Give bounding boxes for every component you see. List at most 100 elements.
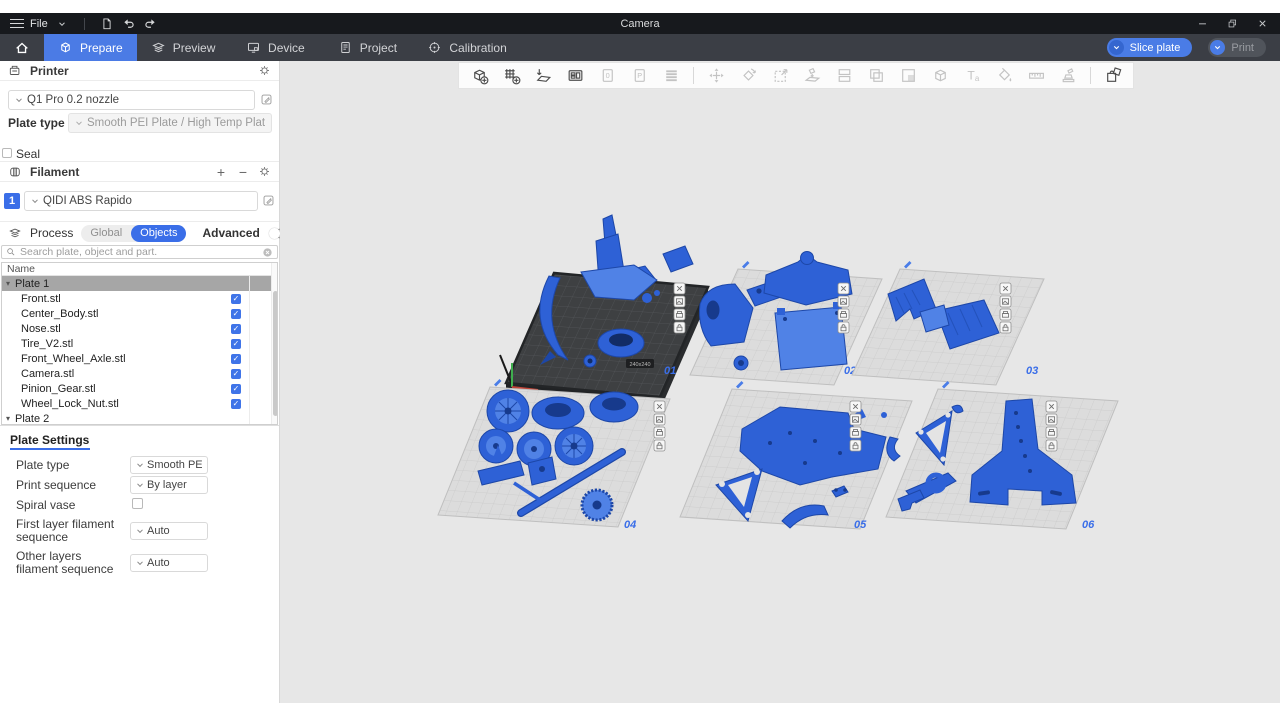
filament-slot-badge[interactable]: 1 (4, 193, 20, 209)
edit-printer-icon[interactable] (260, 93, 273, 106)
arrange-plate-icon[interactable] (1046, 414, 1057, 425)
print-plate-icon[interactable] (654, 427, 665, 438)
toolbar-move-icon[interactable] (702, 64, 730, 87)
object-item-row[interactable]: Camera.stl✓ (2, 366, 277, 381)
lock-plate-icon[interactable] (1046, 440, 1057, 451)
printer-select[interactable]: Q1 Pro 0.2 nozzle (8, 90, 255, 110)
lock-plate-icon[interactable] (850, 440, 861, 451)
build-plate-06[interactable]: 06 (881, 381, 1118, 532)
seal-checkbox[interactable] (2, 148, 12, 158)
toolbar-measure-icon[interactable] (1022, 64, 1050, 87)
collapse-chevron-icon[interactable]: ▾ (6, 279, 15, 288)
arrange-plate-icon[interactable] (838, 296, 849, 307)
toolbar-merge-icon[interactable] (862, 64, 890, 87)
object-item-row[interactable]: Front_Wheel_Axle.stl✓ (2, 351, 277, 366)
lock-plate-icon[interactable] (1000, 322, 1011, 333)
ps-other-layers-seq-select[interactable]: Auto (130, 554, 208, 572)
print-plate-icon[interactable] (674, 309, 685, 320)
build-plate-01[interactable]: 240x24001 (500, 215, 708, 410)
toolbar-auto-orient-icon[interactable] (529, 64, 557, 87)
plate-type-select[interactable]: Smooth PEI Plate / High Temp Plate (68, 113, 272, 133)
toolbar-scale-icon[interactable] (766, 64, 794, 87)
slice-options-icon[interactable] (1109, 40, 1124, 55)
toolbar-add-plate-icon[interactable] (497, 64, 525, 87)
save-project-icon[interactable] (99, 16, 115, 32)
close-button[interactable] (1252, 15, 1272, 33)
menu-icon[interactable] (10, 19, 24, 29)
rename-plate-icon[interactable] (904, 261, 912, 269)
edit-filament-icon[interactable] (262, 194, 275, 207)
lock-plate-icon[interactable] (674, 322, 685, 333)
build-plate-04[interactable]: 04 (438, 379, 670, 532)
collapse-chevron-icon[interactable]: ▾ (6, 414, 15, 423)
add-filament-button[interactable]: + (214, 164, 228, 180)
print-options-icon[interactable] (1210, 40, 1225, 55)
arrange-plate-icon[interactable] (654, 414, 665, 425)
rename-plate-icon[interactable] (736, 381, 744, 389)
toolbar-fill-icon[interactable] (894, 64, 922, 87)
object-visibility-checkbox[interactable]: ✓ (231, 384, 241, 394)
delete-plate-icon[interactable] (838, 283, 849, 294)
object-visibility-checkbox[interactable]: ✓ (231, 369, 241, 379)
toolbar-copy-icon[interactable]: 0 (593, 64, 621, 87)
clear-search-icon[interactable] (262, 247, 273, 258)
toolbar-assembly-icon[interactable] (1099, 64, 1127, 87)
delete-plate-icon[interactable] (654, 401, 665, 412)
toolbar-lay-flat-icon[interactable] (798, 64, 826, 87)
object-visibility-checkbox[interactable]: ✓ (231, 399, 241, 409)
arrange-plate-icon[interactable] (674, 296, 685, 307)
print-plate-icon[interactable] (838, 309, 849, 320)
object-item-row[interactable]: Wheel_Lock_Nut.stl✓ (2, 396, 277, 411)
lock-plate-icon[interactable] (838, 322, 849, 333)
tab-preview[interactable]: Preview (137, 34, 230, 61)
redo-icon[interactable] (143, 16, 159, 32)
search-box[interactable]: Search plate, object and part. (1, 245, 278, 259)
toolbar-variable-layers-icon[interactable] (657, 64, 685, 87)
toolbar-text-icon[interactable]: Ta (958, 64, 986, 87)
scope-objects[interactable]: Objects (131, 225, 186, 242)
object-item-row[interactable]: Nose.stl✓ (2, 321, 277, 336)
toolbar-boolean-icon[interactable] (926, 64, 954, 87)
object-visibility-checkbox[interactable]: ✓ (231, 324, 241, 334)
delete-plate-icon[interactable] (1046, 401, 1057, 412)
delete-plate-icon[interactable] (674, 283, 685, 294)
toolbar-paint-icon[interactable] (990, 64, 1018, 87)
arrange-plate-icon[interactable] (1000, 296, 1011, 307)
rename-plate-icon[interactable] (742, 261, 750, 269)
file-menu[interactable]: File (30, 18, 48, 30)
delete-plate-icon[interactable] (1000, 283, 1011, 294)
object-item-row[interactable]: Center_Body.stl✓ (2, 306, 277, 321)
remove-filament-button[interactable]: − (236, 164, 250, 180)
build-plate-05[interactable]: 05 (680, 381, 912, 532)
filament-select[interactable]: QIDI ABS Rapido (24, 191, 258, 211)
delete-plate-icon[interactable] (850, 401, 861, 412)
object-group-row[interactable]: ▾Plate 1 (2, 276, 277, 291)
ps-plate-type-select[interactable]: Smooth PEI ... (130, 456, 208, 474)
printer-settings-gear-icon[interactable] (258, 64, 271, 77)
toolbar-arrange-icon[interactable] (561, 64, 589, 87)
tab-prepare[interactable]: Prepare (44, 34, 137, 61)
print-plate-icon[interactable] (1046, 427, 1057, 438)
toolbar-add-object-icon[interactable] (465, 64, 493, 87)
object-visibility-checkbox[interactable]: ✓ (231, 294, 241, 304)
object-item-row[interactable]: Front.stl✓ (2, 291, 277, 306)
filament-settings-gear-icon[interactable] (258, 165, 271, 178)
print-plate-icon[interactable] (850, 427, 861, 438)
tab-project[interactable]: Project (321, 34, 413, 61)
object-item-row[interactable]: Tire_V2.stl✓ (2, 336, 277, 351)
ps-spiral-vase-checkbox[interactable] (132, 498, 143, 509)
viewport-3d[interactable]: 240x240010203040506 0PTa (280, 61, 1280, 703)
build-plate-02[interactable]: 02 (690, 252, 882, 386)
print-button[interactable]: Print (1208, 38, 1266, 57)
home-button[interactable] (0, 34, 44, 61)
lock-plate-icon[interactable] (654, 440, 665, 451)
scrollbar-thumb[interactable] (273, 291, 278, 416)
chevron-down-icon[interactable] (54, 16, 70, 32)
tab-calibration[interactable]: Calibration (413, 34, 520, 61)
object-visibility-checkbox[interactable]: ✓ (231, 354, 241, 364)
ps-print-sequence-select[interactable]: By layer (130, 476, 208, 494)
print-plate-icon[interactable] (1000, 309, 1011, 320)
object-visibility-checkbox[interactable]: ✓ (231, 339, 241, 349)
ps-first-layer-seq-select[interactable]: Auto (130, 522, 208, 540)
build-plates-scene[interactable]: 240x240010203040506 (280, 61, 1280, 703)
